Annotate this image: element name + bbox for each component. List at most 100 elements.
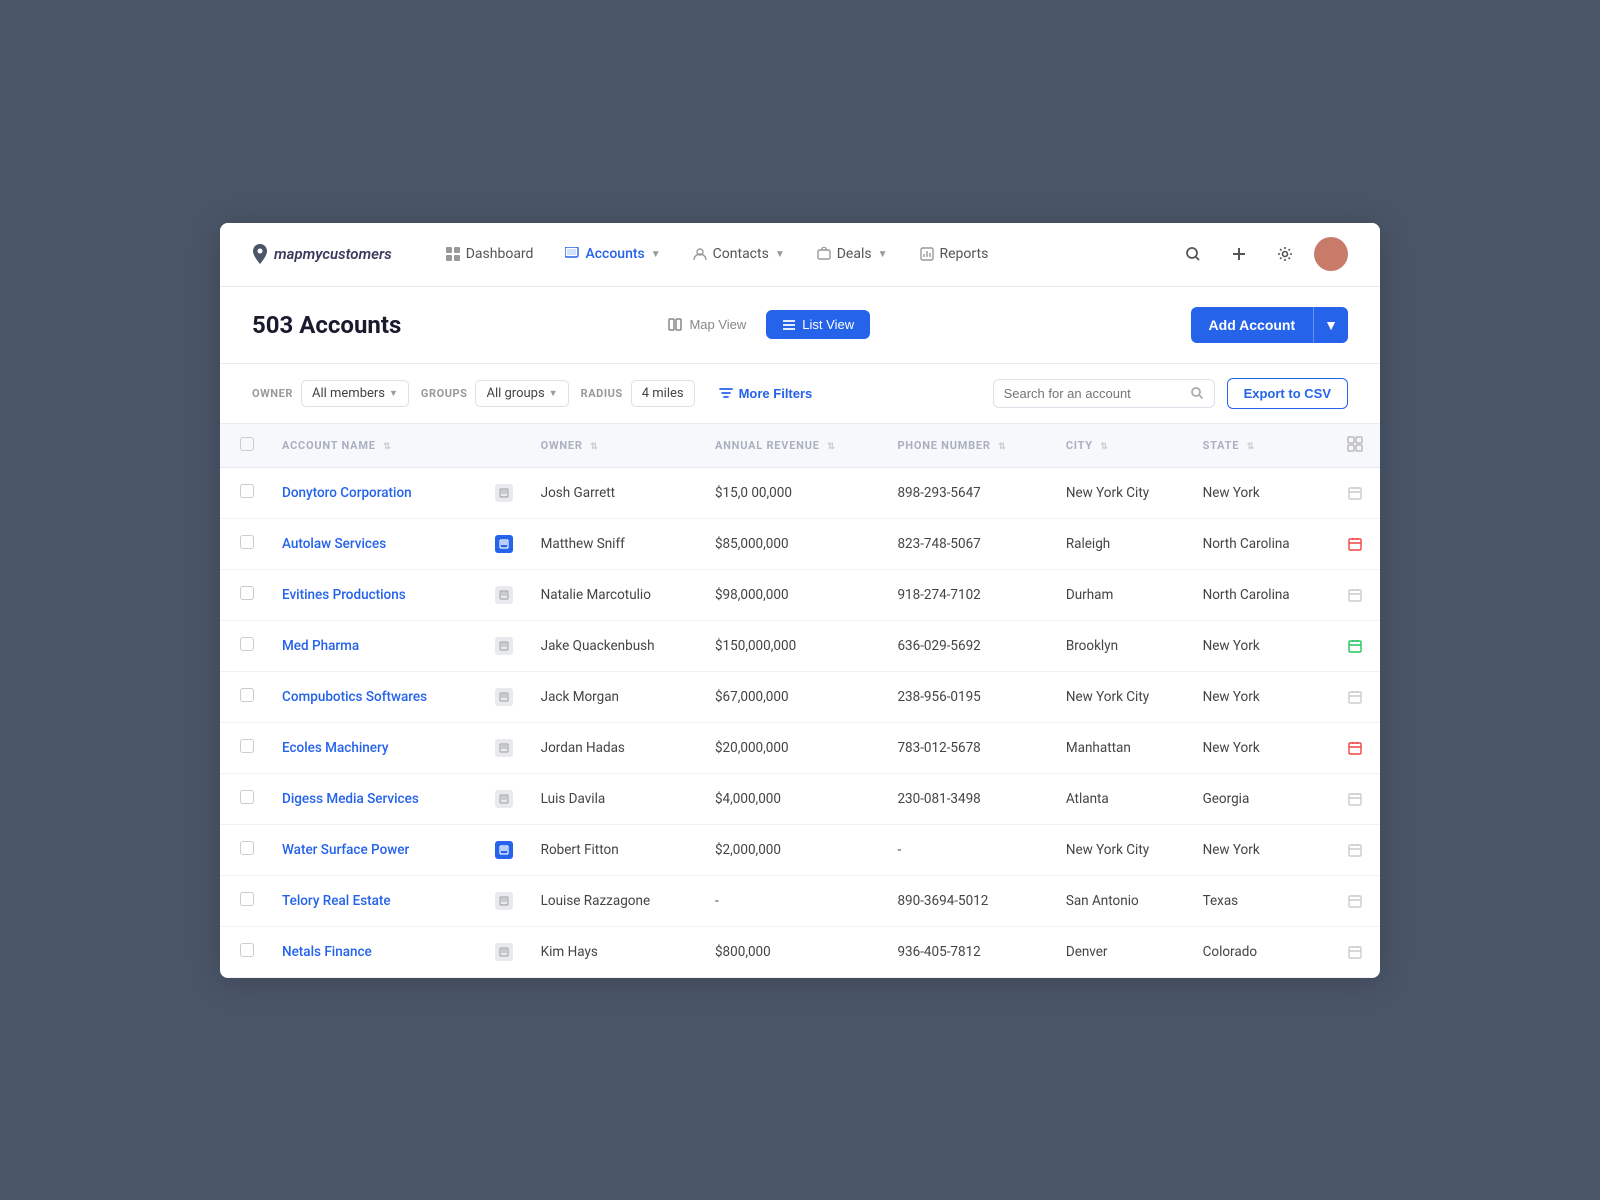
settings-icon-btn[interactable] bbox=[1268, 237, 1302, 271]
row-calendar-action[interactable] bbox=[1330, 569, 1380, 620]
row-account-name: Autolaw Services bbox=[268, 518, 481, 569]
col-phone[interactable]: PHONE NUMBER ⇅ bbox=[883, 424, 1051, 468]
row-city: San Antonio bbox=[1052, 875, 1189, 926]
calendar-icon[interactable] bbox=[1344, 533, 1366, 555]
row-account-name: Telory Real Estate bbox=[268, 875, 481, 926]
row-checkbox-cell bbox=[220, 620, 268, 671]
row-revenue: $4,000,000 bbox=[701, 773, 883, 824]
sort-revenue-icon: ⇅ bbox=[827, 442, 835, 452]
row-checkbox[interactable] bbox=[240, 637, 254, 651]
calendar-icon[interactable] bbox=[1344, 686, 1366, 708]
sort-owner-icon: ⇅ bbox=[590, 442, 598, 452]
row-calendar-action[interactable] bbox=[1330, 722, 1380, 773]
account-name-link[interactable]: Med Pharma bbox=[282, 638, 359, 654]
row-owner: Josh Garrett bbox=[527, 467, 701, 518]
account-name-link[interactable]: Evitines Productions bbox=[282, 587, 406, 603]
row-checkbox-cell bbox=[220, 722, 268, 773]
calendar-icon[interactable] bbox=[1344, 635, 1366, 657]
export-csv-button[interactable]: Export to CSV bbox=[1227, 378, 1348, 409]
nav-reports[interactable]: Reports bbox=[906, 238, 1003, 270]
groups-select[interactable]: All groups ▼ bbox=[475, 380, 568, 407]
row-checkbox-cell bbox=[220, 467, 268, 518]
row-checkbox[interactable] bbox=[240, 484, 254, 498]
row-calendar-action[interactable] bbox=[1330, 518, 1380, 569]
avatar[interactable] bbox=[1314, 237, 1348, 271]
nav-actions bbox=[1176, 237, 1348, 271]
row-checkbox[interactable] bbox=[240, 688, 254, 702]
row-checkbox[interactable] bbox=[240, 892, 254, 906]
row-state: New York bbox=[1189, 467, 1330, 518]
account-name-link[interactable]: Ecoles Machinery bbox=[282, 740, 389, 756]
row-calendar-action[interactable] bbox=[1330, 467, 1380, 518]
nav-contacts[interactable]: Contacts ▼ bbox=[679, 238, 799, 270]
account-name-link[interactable]: Donytoro Corporation bbox=[282, 485, 412, 501]
add-icon-btn[interactable] bbox=[1222, 237, 1256, 271]
account-name-link[interactable]: Telory Real Estate bbox=[282, 893, 391, 909]
owner-select[interactable]: All members ▼ bbox=[301, 380, 409, 407]
account-name-link[interactable]: Water Surface Power bbox=[282, 842, 409, 858]
row-checkbox[interactable] bbox=[240, 586, 254, 600]
row-calendar-action[interactable] bbox=[1330, 926, 1380, 977]
nav-accounts[interactable]: Accounts ▼ bbox=[551, 238, 674, 270]
row-revenue: $2,000,000 bbox=[701, 824, 883, 875]
account-name-link[interactable]: Compubotics Softwares bbox=[282, 689, 427, 705]
calendar-icon[interactable] bbox=[1344, 839, 1366, 861]
sort-state-icon: ⇅ bbox=[1247, 442, 1255, 452]
calendar-icon[interactable] bbox=[1344, 482, 1366, 504]
select-all-checkbox[interactable] bbox=[240, 437, 254, 451]
row-state: Colorado bbox=[1189, 926, 1330, 977]
col-state[interactable]: STATE ⇅ bbox=[1189, 424, 1330, 468]
accounts-table: ACCOUNT NAME ⇅ OWNER ⇅ ANNUAL REVENUE ⇅ … bbox=[220, 424, 1380, 978]
row-owner: Luis Davila bbox=[527, 773, 701, 824]
row-icon-cell bbox=[481, 875, 527, 926]
row-icon-cell bbox=[481, 926, 527, 977]
nav-links: Dashboard Accounts ▼ Contacts ▼ Deals ▼ … bbox=[432, 238, 1176, 270]
row-account-name: Donytoro Corporation bbox=[268, 467, 481, 518]
logo[interactable]: mapmycustomers bbox=[252, 244, 392, 264]
row-city: Durham bbox=[1052, 569, 1189, 620]
groups-filter: GROUPS All groups ▼ bbox=[421, 380, 569, 407]
radius-select[interactable]: 4 miles bbox=[631, 380, 695, 407]
col-revenue[interactable]: ANNUAL REVENUE ⇅ bbox=[701, 424, 883, 468]
row-checkbox[interactable] bbox=[240, 790, 254, 804]
row-calendar-action[interactable] bbox=[1330, 671, 1380, 722]
table-row: Med Pharma Jake Quackenbush $150,000,000… bbox=[220, 620, 1380, 671]
col-city[interactable]: CITY ⇅ bbox=[1052, 424, 1189, 468]
nav-dashboard[interactable]: Dashboard bbox=[432, 238, 548, 270]
row-checkbox[interactable] bbox=[240, 739, 254, 753]
account-name-link[interactable]: Digess Media Services bbox=[282, 791, 419, 807]
calendar-icon[interactable] bbox=[1344, 941, 1366, 963]
nav-deals[interactable]: Deals ▼ bbox=[803, 238, 902, 270]
row-calendar-action[interactable] bbox=[1330, 875, 1380, 926]
table-row: Evitines Productions Natalie Marcotulio … bbox=[220, 569, 1380, 620]
add-account-dropdown-arrow[interactable]: ▼ bbox=[1313, 307, 1348, 343]
add-account-button[interactable]: Add Account ▼ bbox=[1191, 307, 1348, 343]
row-owner: Jake Quackenbush bbox=[527, 620, 701, 671]
calendar-icon[interactable] bbox=[1344, 890, 1366, 912]
calendar-icon[interactable] bbox=[1344, 737, 1366, 759]
row-account-name: Med Pharma bbox=[268, 620, 481, 671]
row-phone: 936-405-7812 bbox=[883, 926, 1051, 977]
list-view-btn[interactable]: List View bbox=[766, 310, 870, 339]
col-owner[interactable]: OWNER ⇅ bbox=[527, 424, 701, 468]
calendar-icon[interactable] bbox=[1344, 788, 1366, 810]
row-phone: 918-274-7102 bbox=[883, 569, 1051, 620]
row-checkbox[interactable] bbox=[240, 841, 254, 855]
calendar-icon[interactable] bbox=[1344, 584, 1366, 606]
row-calendar-action[interactable] bbox=[1330, 824, 1380, 875]
row-checkbox[interactable] bbox=[240, 943, 254, 957]
account-name-link[interactable]: Autolaw Services bbox=[282, 536, 386, 552]
row-type-icon bbox=[495, 790, 513, 808]
row-checkbox[interactable] bbox=[240, 535, 254, 549]
search-icon-btn[interactable] bbox=[1176, 237, 1210, 271]
map-view-btn[interactable]: Map View bbox=[652, 310, 762, 339]
row-phone: 230-081-3498 bbox=[883, 773, 1051, 824]
col-account-name[interactable]: ACCOUNT NAME ⇅ bbox=[268, 424, 481, 468]
app-window: mapmycustomers Dashboard Accounts ▼ Cont… bbox=[220, 223, 1380, 978]
row-account-name: Netals Finance bbox=[268, 926, 481, 977]
row-calendar-action[interactable] bbox=[1330, 620, 1380, 671]
row-calendar-action[interactable] bbox=[1330, 773, 1380, 824]
account-name-link[interactable]: Netals Finance bbox=[282, 944, 372, 960]
more-filters-button[interactable]: More Filters bbox=[707, 381, 825, 406]
search-input[interactable] bbox=[1004, 386, 1184, 401]
